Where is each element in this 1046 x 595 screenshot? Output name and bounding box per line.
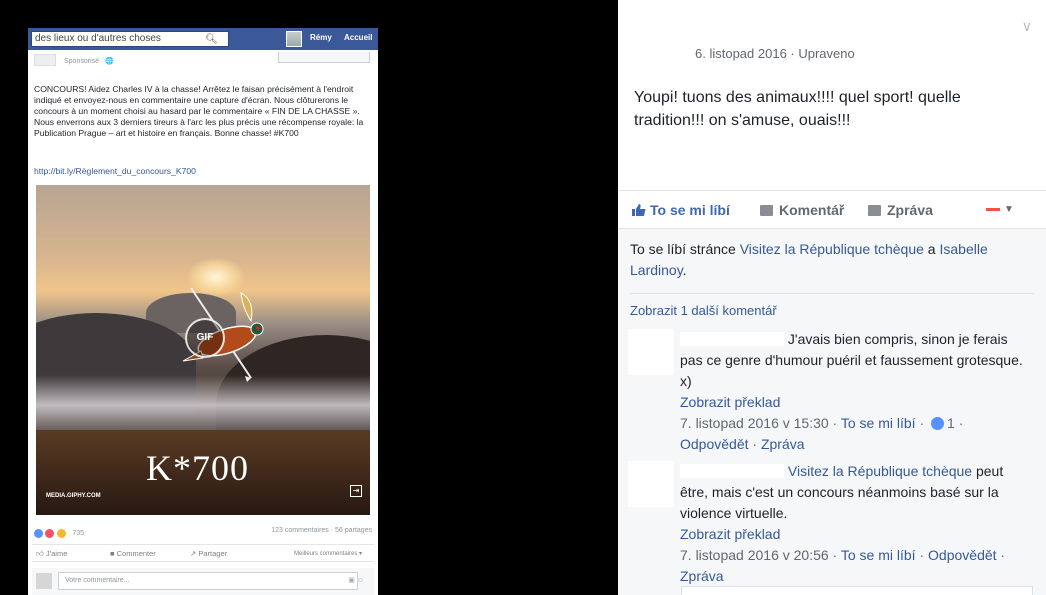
chevron-down-icon[interactable]: ∨: [1022, 18, 1032, 35]
gif-play-badge[interactable]: GIF: [185, 318, 225, 358]
like-label: J'aime: [45, 549, 68, 558]
comment-body: J'avais bien compris, sinon je ferais pa…: [680, 329, 1032, 455]
comment-like-link[interactable]: To se mi líbí: [841, 547, 916, 563]
comments-section: To se líbí stránce Visitez la République…: [618, 228, 1046, 595]
screenshot-root: des lieux ou d'autres choses 🔍︎ Rémy Acc…: [0, 0, 1046, 595]
likes-suffix: .: [682, 262, 687, 278]
comment-author-link[interactable]: Visitez la République tchèque: [788, 463, 972, 479]
camera-icon[interactable]: ▣ ☺: [348, 576, 364, 584]
sponsored-label: Sponsorisé · 🌐: [64, 58, 114, 65]
comment-author-redacted: [680, 464, 784, 478]
search-input-text: des lieux ou d'autres choses: [35, 33, 161, 44]
comment-icon: [760, 205, 773, 216]
likes-summary: To se líbí stránce Visitez la République…: [630, 239, 1030, 281]
post-body: Youpi! tuons des animaux!!!! quel sport!…: [634, 89, 961, 129]
post-panel: ∨ 6. listopad 2016 · Upraveno Youpi! tuo…: [618, 0, 1046, 595]
profile-link[interactable]: Rémy: [310, 33, 332, 42]
home-link[interactable]: Accueil: [344, 33, 372, 42]
message-icon: [868, 205, 881, 216]
search-input[interactable]: des lieux ou d'autres choses 🔍︎: [31, 31, 229, 47]
comment-button[interactable]: ■ Commenter: [110, 549, 156, 558]
comment-time[interactable]: 7. listopad 2016 v 15:30: [680, 415, 829, 431]
like-button[interactable]: To se mi líbí: [632, 202, 730, 218]
comment-author-redacted[interactable]: [680, 332, 784, 346]
comment-label: Komentář: [779, 202, 845, 218]
post-actions: 👍︎ J'aime ■ Commenter ↗ Partager Meilleu…: [32, 544, 374, 562]
message-link[interactable]: Zpráva: [680, 568, 724, 584]
page-badge-icon: [986, 207, 1000, 211]
reactions-summary[interactable]: 735 123 commentaires · 56 partages: [34, 525, 374, 539]
like-label: To se mi líbí: [650, 202, 730, 218]
reaction-count: 735: [72, 530, 85, 538]
reply-link[interactable]: Odpovědět: [680, 436, 749, 452]
comment-compose-row: Votre commentaire... ▣ ☺: [32, 568, 374, 595]
comment-share-counts[interactable]: 123 commentaires · 56 partages: [271, 527, 372, 534]
k700-logo: K*700: [146, 448, 249, 488]
reply-link[interactable]: Odpovědět: [928, 547, 997, 563]
rules-link[interactable]: http://bit.ly/Règlement_du_concours_K700: [34, 166, 196, 176]
reaction-menu-dropdown[interactable]: ▼: [986, 204, 1014, 215]
comment-reaction-count[interactable]: 1: [947, 415, 955, 431]
share-label: Partager: [198, 549, 228, 558]
like-reaction-icon: [931, 417, 945, 430]
message-label: Zpráva: [887, 202, 933, 218]
comment-like-link[interactable]: To se mi líbí: [841, 415, 916, 431]
message-button[interactable]: Zpráva: [868, 202, 933, 218]
likes-and: a: [923, 241, 940, 257]
top-comments-dropdown[interactable]: Meilleurs commentaires ▾: [294, 550, 362, 557]
haha-reaction-icon: [56, 529, 66, 539]
angry-reaction-icon: [45, 529, 55, 539]
ad-post-text: CONCOURS! Aidez Charles IV à la chasse! …: [34, 84, 364, 138]
embedded-ad-screenshot: des lieux ou d'autres choses 🔍︎ Rémy Acc…: [28, 28, 378, 595]
reply-input[interactable]: [681, 586, 1033, 595]
comment-meta: 7. listopad 2016 v 15:30 · To se mi líbí…: [680, 415, 964, 452]
post-action-bar: To se mi líbí Komentář Zpráva ▼: [618, 190, 1046, 226]
open-external-icon[interactable]: ⇥: [350, 485, 362, 497]
avatar[interactable]: [286, 31, 302, 47]
media-credit: MEDIA.GIPHY.COM: [46, 493, 101, 499]
search-icon[interactable]: 🔍︎: [205, 33, 218, 46]
share-button[interactable]: ↗ Partager: [190, 549, 227, 558]
like-button[interactable]: 👍︎ J'aime: [36, 549, 67, 559]
avatar: [36, 573, 52, 589]
message-link[interactable]: Zpráva: [761, 436, 805, 452]
see-translation-link[interactable]: Zobrazit překlad: [680, 524, 1032, 545]
avatar[interactable]: [628, 329, 674, 375]
thumbs-up-icon: [632, 204, 646, 216]
divider: [630, 293, 1034, 294]
valley-mist: [36, 375, 370, 435]
facebook-top-bar: des lieux ou d'autres choses 🔍︎ Rémy Acc…: [28, 28, 378, 50]
comment-button[interactable]: Komentář: [760, 202, 844, 218]
see-translation-link[interactable]: Zobrazit překlad: [680, 392, 1032, 413]
gif-media[interactable]: GIF K*700 MEDIA.GIPHY.COM ⇥: [36, 185, 370, 515]
like-reaction-icon: [34, 529, 43, 539]
comment-label: Commenter: [116, 549, 156, 558]
liker-page-link[interactable]: Visitez la République tchèque: [740, 241, 924, 257]
comment-body: Visitez la République tchèque peut être,…: [680, 461, 1032, 587]
post-header: Sponsorisé · 🌐: [32, 52, 374, 72]
show-more-comments-link[interactable]: Zobrazit 1 další komentář: [630, 303, 777, 318]
like-page-button[interactable]: [278, 52, 370, 63]
avatar[interactable]: [628, 461, 674, 507]
comment-time[interactable]: 7. listopad 2016 v 20:56: [680, 547, 829, 563]
page-logo[interactable]: [34, 54, 56, 66]
likes-prefix: To se líbí stránce: [630, 241, 740, 257]
comment-input[interactable]: Votre commentaire...: [58, 572, 358, 590]
post-timestamp[interactable]: 6. listopad 2016 · Upraveno: [695, 46, 855, 61]
comment-meta: 7. listopad 2016 v 20:56 · To se mi líbí…: [680, 547, 1006, 584]
